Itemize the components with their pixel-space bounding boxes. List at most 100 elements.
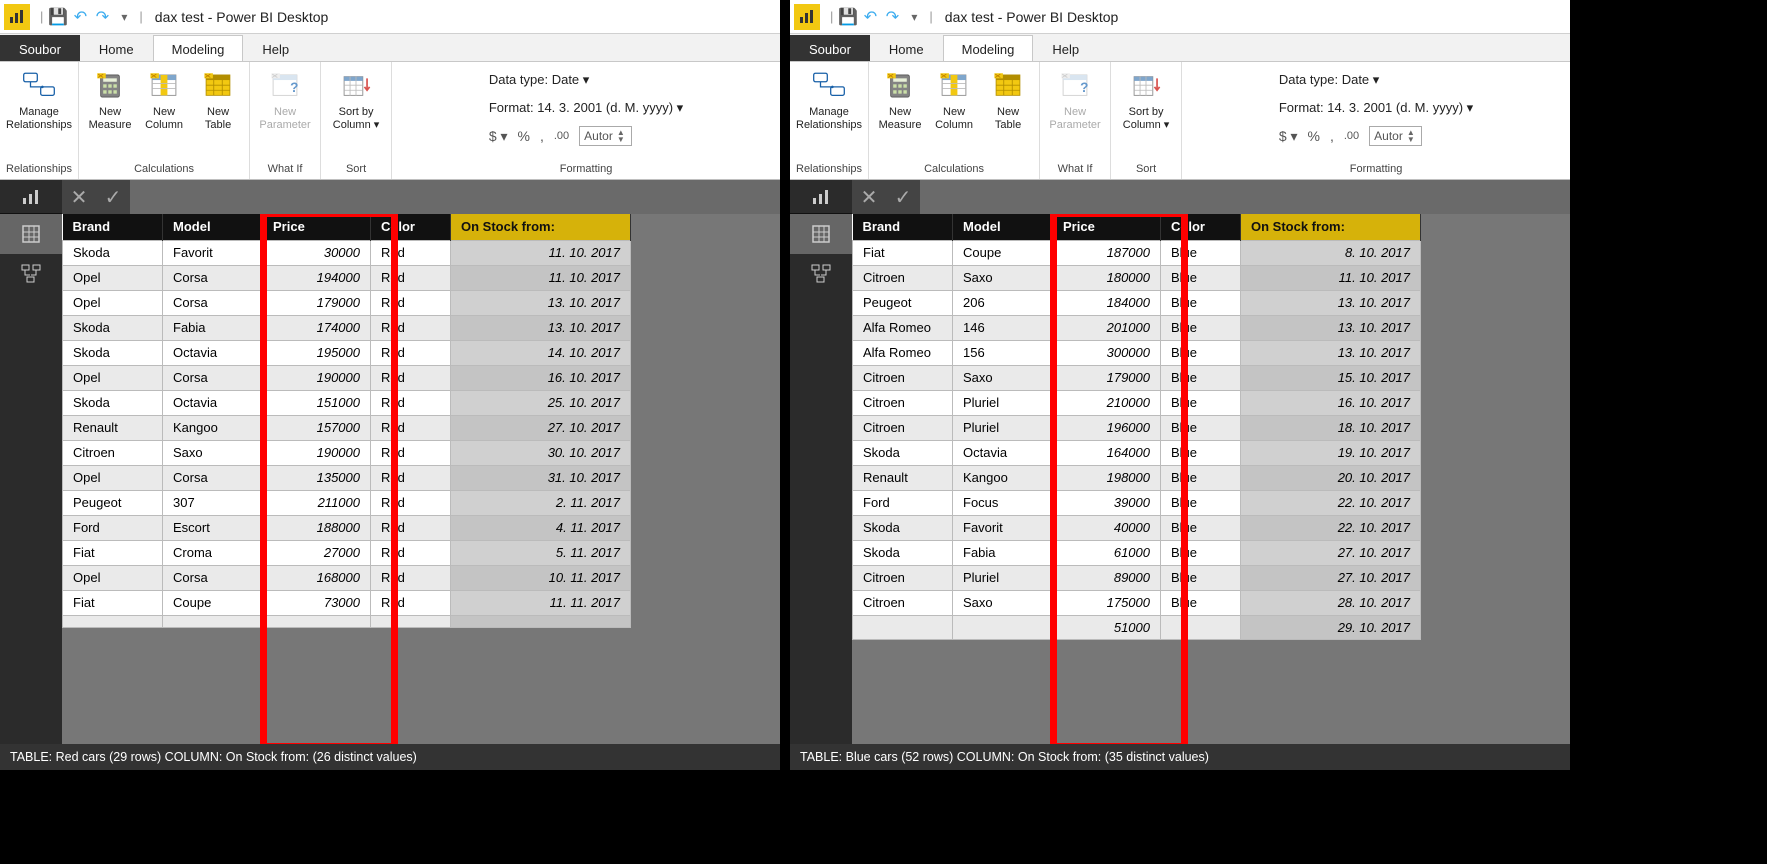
cell[interactable]: Fiat	[63, 540, 163, 565]
cell[interactable]: Coupe	[163, 590, 263, 615]
thousands-button[interactable]: ,	[540, 128, 544, 144]
cell[interactable]: 30. 10. 2017	[451, 440, 631, 465]
cell[interactable]: Red	[371, 290, 451, 315]
cell[interactable]: Focus	[953, 490, 1053, 515]
cell[interactable]: Peugeot	[63, 490, 163, 515]
cell[interactable]: Red	[371, 565, 451, 590]
data-grid[interactable]: BrandModelPriceColorOn Stock from:FiatCo…	[852, 214, 1421, 744]
table-row[interactable]: SkodaOctavia195000Red14. 10. 2017	[63, 340, 631, 365]
cell[interactable]: 61000	[1053, 540, 1161, 565]
cell[interactable]: Red	[371, 465, 451, 490]
cell[interactable]: 20. 10. 2017	[1241, 465, 1421, 490]
decimal-places-stepper[interactable]: Autor▲▼	[1369, 126, 1422, 146]
cell[interactable]: Pluriel	[953, 565, 1053, 590]
cell[interactable]: Ford	[63, 515, 163, 540]
cell[interactable]: Red	[371, 415, 451, 440]
cell[interactable]: 195000	[263, 340, 371, 365]
table-row[interactable]: OpelCorsa135000Red31. 10. 2017	[63, 465, 631, 490]
cell[interactable]: Octavia	[953, 440, 1053, 465]
thousands-button[interactable]: ,	[1330, 128, 1334, 144]
cell[interactable]: Blue	[1161, 515, 1241, 540]
cell[interactable]: 201000	[1053, 315, 1161, 340]
format-dropdown[interactable]: Format: 14. 3. 2001 (d. M. yyyy) ▾	[1279, 100, 1473, 116]
cell[interactable]: 27. 10. 2017	[451, 415, 631, 440]
cell[interactable]: 27. 10. 2017	[1241, 540, 1421, 565]
cell[interactable]: Opel	[63, 565, 163, 590]
cell[interactable]: Saxo	[953, 365, 1053, 390]
new-column-button[interactable]: NewColumn	[929, 66, 979, 144]
percent-button[interactable]: %	[518, 128, 530, 144]
cell[interactable]: 179000	[1053, 365, 1161, 390]
view-model-icon[interactable]	[790, 254, 852, 294]
cell[interactable]: 22. 10. 2017	[1241, 515, 1421, 540]
cell[interactable]: Favorit	[163, 240, 263, 265]
cell[interactable]: 184000	[1053, 290, 1161, 315]
cell[interactable]: Blue	[1161, 265, 1241, 290]
cell[interactable]: Skoda	[853, 440, 953, 465]
table-row[interactable]: OpelCorsa190000Red16. 10. 2017	[63, 365, 631, 390]
cell[interactable]: Skoda	[63, 315, 163, 340]
cell[interactable]: Red	[371, 515, 451, 540]
table-row[interactable]: OpelCorsa194000Red11. 10. 2017	[63, 265, 631, 290]
cell[interactable]: 188000	[263, 515, 371, 540]
cell[interactable]: Blue	[1161, 240, 1241, 265]
col-header[interactable]: Model	[953, 214, 1053, 240]
manage-relationships-button[interactable]: ManageRelationships	[800, 66, 858, 144]
cell[interactable]: 210000	[1053, 390, 1161, 415]
table-row[interactable]: SkodaFavorit40000Blue22. 10. 2017	[853, 515, 1421, 540]
col-header[interactable]: Color	[371, 214, 451, 240]
cell[interactable]: 22. 10. 2017	[1241, 490, 1421, 515]
table-row[interactable]: CitroenSaxo190000Red30. 10. 2017	[63, 440, 631, 465]
cell[interactable]: Corsa	[163, 265, 263, 290]
col-header[interactable]: On Stock from:	[1241, 214, 1421, 240]
qat-dropdown-icon[interactable]: ▾	[113, 10, 135, 24]
percent-button[interactable]: %	[1308, 128, 1320, 144]
table-row[interactable]: SkodaFavorit30000Red11. 10. 2017	[63, 240, 631, 265]
cell[interactable]: Citroen	[63, 440, 163, 465]
cell[interactable]: Coupe	[953, 240, 1053, 265]
formula-input[interactable]	[920, 180, 1570, 214]
cell[interactable]: 13. 10. 2017	[451, 315, 631, 340]
cell[interactable]: 300000	[1053, 340, 1161, 365]
cell[interactable]: 206	[953, 290, 1053, 315]
cell[interactable]: 11. 10. 2017	[451, 265, 631, 290]
fx-commit-icon[interactable]: ✓	[96, 185, 130, 210]
cell[interactable]: 27. 10. 2017	[1241, 565, 1421, 590]
tab-modeling[interactable]: Modeling	[943, 35, 1034, 61]
col-header[interactable]: Price	[1053, 214, 1161, 240]
cell[interactable]: 174000	[263, 315, 371, 340]
cell[interactable]: Red	[371, 240, 451, 265]
cell[interactable]: Fabia	[163, 315, 263, 340]
col-header[interactable]: Price	[263, 214, 371, 240]
cell[interactable]: 73000	[263, 590, 371, 615]
table-row[interactable]: FordFocus39000Blue22. 10. 2017	[853, 490, 1421, 515]
cell[interactable]: Red	[371, 365, 451, 390]
table-row[interactable]: FiatCoupe187000Blue8. 10. 2017	[853, 240, 1421, 265]
cell[interactable]: 89000	[1053, 565, 1161, 590]
cell[interactable]: Blue	[1161, 390, 1241, 415]
cell[interactable]: Citroen	[853, 590, 953, 615]
tab-help[interactable]: Help	[243, 35, 308, 61]
cell[interactable]: Skoda	[63, 240, 163, 265]
cell[interactable]: Saxo	[163, 440, 263, 465]
cell[interactable]: 135000	[263, 465, 371, 490]
tab-file[interactable]: Soubor	[790, 35, 870, 61]
cell[interactable]: Ford	[853, 490, 953, 515]
cell[interactable]: Peugeot	[853, 290, 953, 315]
view-report[interactable]	[790, 180, 852, 214]
cell[interactable]: Kangoo	[163, 415, 263, 440]
table-row[interactable]: FordEscort188000Red4. 11. 2017	[63, 515, 631, 540]
table-row[interactable]: SkodaOctavia151000Red25. 10. 2017	[63, 390, 631, 415]
cell[interactable]: 13. 10. 2017	[1241, 290, 1421, 315]
table-row[interactable]: Alfa Romeo156300000Blue13. 10. 2017	[853, 340, 1421, 365]
cell[interactable]: 211000	[263, 490, 371, 515]
new-table-button[interactable]: NewTable	[193, 66, 243, 144]
cell[interactable]: Red	[371, 540, 451, 565]
cell[interactable]: Saxo	[953, 265, 1053, 290]
save-icon[interactable]: 💾	[47, 7, 69, 27]
currency-button[interactable]: $ ▾	[1279, 128, 1298, 145]
table-row[interactable]: Peugeot307211000Red2. 11. 2017	[63, 490, 631, 515]
cell[interactable]: 27000	[263, 540, 371, 565]
decimal-icon[interactable]: .00	[1344, 130, 1359, 142]
cell[interactable]: 179000	[263, 290, 371, 315]
